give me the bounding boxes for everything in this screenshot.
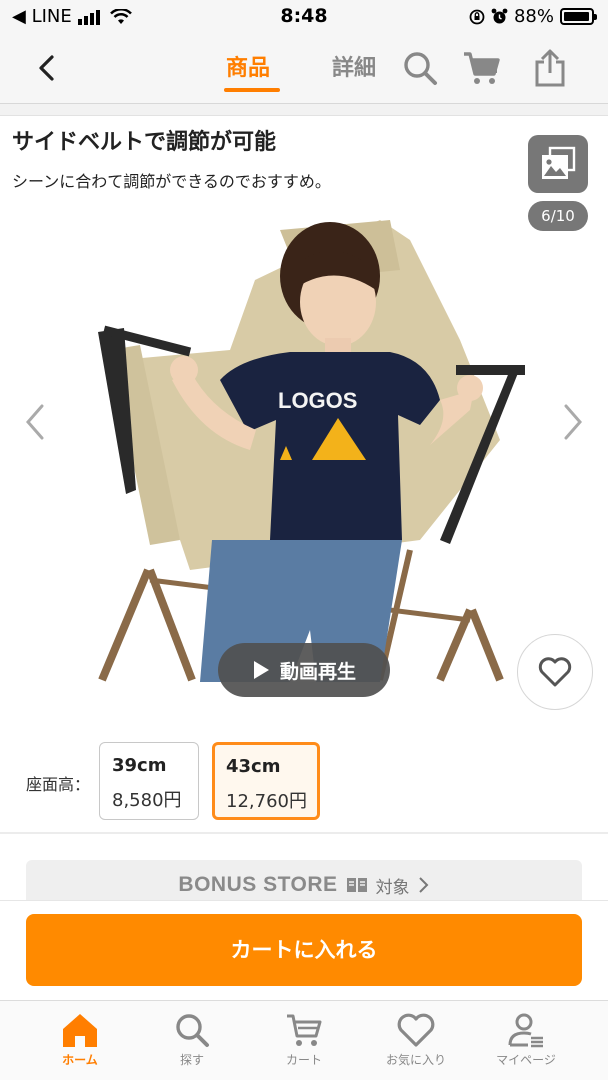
home-icon: [63, 1014, 97, 1047]
tab-favorites[interactable]: お気に入り: [366, 1011, 466, 1068]
tab-mypage-label: マイページ: [496, 1053, 556, 1067]
tab-active-indicator: [224, 88, 280, 92]
add-to-cart-button[interactable]: カートに入れる: [26, 914, 582, 986]
product-subtitle: シーンに合わて調節ができるのでおすすめ。: [12, 172, 331, 191]
section-divider: [0, 104, 608, 116]
status-bar: ◀ LINE 8:48 88%: [0, 0, 608, 34]
prev-image-arrow-icon[interactable]: [20, 400, 50, 444]
svg-text:LOGOS: LOGOS: [278, 388, 357, 413]
size-option-size: 39cm: [112, 755, 167, 776]
tab-mypage[interactable]: マイページ: [476, 1011, 576, 1068]
alarm-icon: [491, 8, 508, 24]
battery-percent: 88%: [513, 6, 554, 27]
gallery-button[interactable]: [528, 135, 588, 193]
bonus-store-target-label: 対象: [375, 877, 410, 898]
chevron-left-icon[interactable]: [30, 50, 66, 86]
tab-home[interactable]: ホーム: [30, 1011, 130, 1068]
size-option-39cm[interactable]: 39cm 8,580円: [99, 742, 199, 820]
play-video-button[interactable]: 動画再生: [218, 643, 390, 697]
search-icon[interactable]: [400, 48, 440, 88]
rotation-lock-icon: [469, 9, 485, 24]
size-option-43cm[interactable]: 43cm 12,760円: [212, 742, 320, 820]
divider: [0, 832, 608, 834]
tab-detail[interactable]: 詳細: [332, 50, 376, 82]
tab-search[interactable]: 探す: [142, 1011, 242, 1068]
app-header: 商品 詳細: [0, 34, 608, 104]
size-option-size: 43cm: [226, 756, 281, 777]
gallery-icon: [542, 146, 576, 179]
bottom-tab-bar: ホーム 探す カート お気に入り マイページ: [0, 1000, 608, 1080]
share-icon[interactable]: [530, 48, 570, 88]
user-icon: [508, 1013, 543, 1048]
heart-icon: [538, 657, 572, 687]
product-image[interactable]: LOGOS: [80, 210, 540, 682]
chevron-right-icon: [418, 877, 428, 893]
search-icon: [176, 1014, 209, 1047]
favorite-button[interactable]: [517, 634, 593, 710]
play-video-label: 動画再生: [279, 660, 356, 683]
tab-favorites-label: お気に入り: [385, 1053, 446, 1067]
bonus-store-logo: BONUS STORE: [178, 873, 338, 896]
cart-icon: [287, 1014, 322, 1046]
book-icon: [346, 878, 367, 892]
tab-cart-label: カート: [285, 1053, 322, 1067]
tab-home-label: ホーム: [62, 1053, 98, 1067]
cart-icon[interactable]: [462, 48, 502, 88]
product-title: サイドベルトで調節が可能: [12, 130, 277, 155]
seat-height-label: 座面高：: [26, 775, 91, 794]
size-option-price: 12,760円: [226, 791, 307, 812]
tab-cart[interactable]: カート: [254, 1011, 354, 1068]
size-option-price: 8,580円: [112, 790, 182, 811]
play-icon: [253, 661, 269, 679]
tab-product[interactable]: 商品: [226, 50, 270, 82]
tab-search-label: 探す: [179, 1053, 204, 1067]
next-image-arrow-icon[interactable]: [558, 400, 588, 444]
heart-icon: [397, 1013, 435, 1047]
battery-icon: [560, 8, 597, 25]
status-right: 88%: [469, 6, 597, 27]
